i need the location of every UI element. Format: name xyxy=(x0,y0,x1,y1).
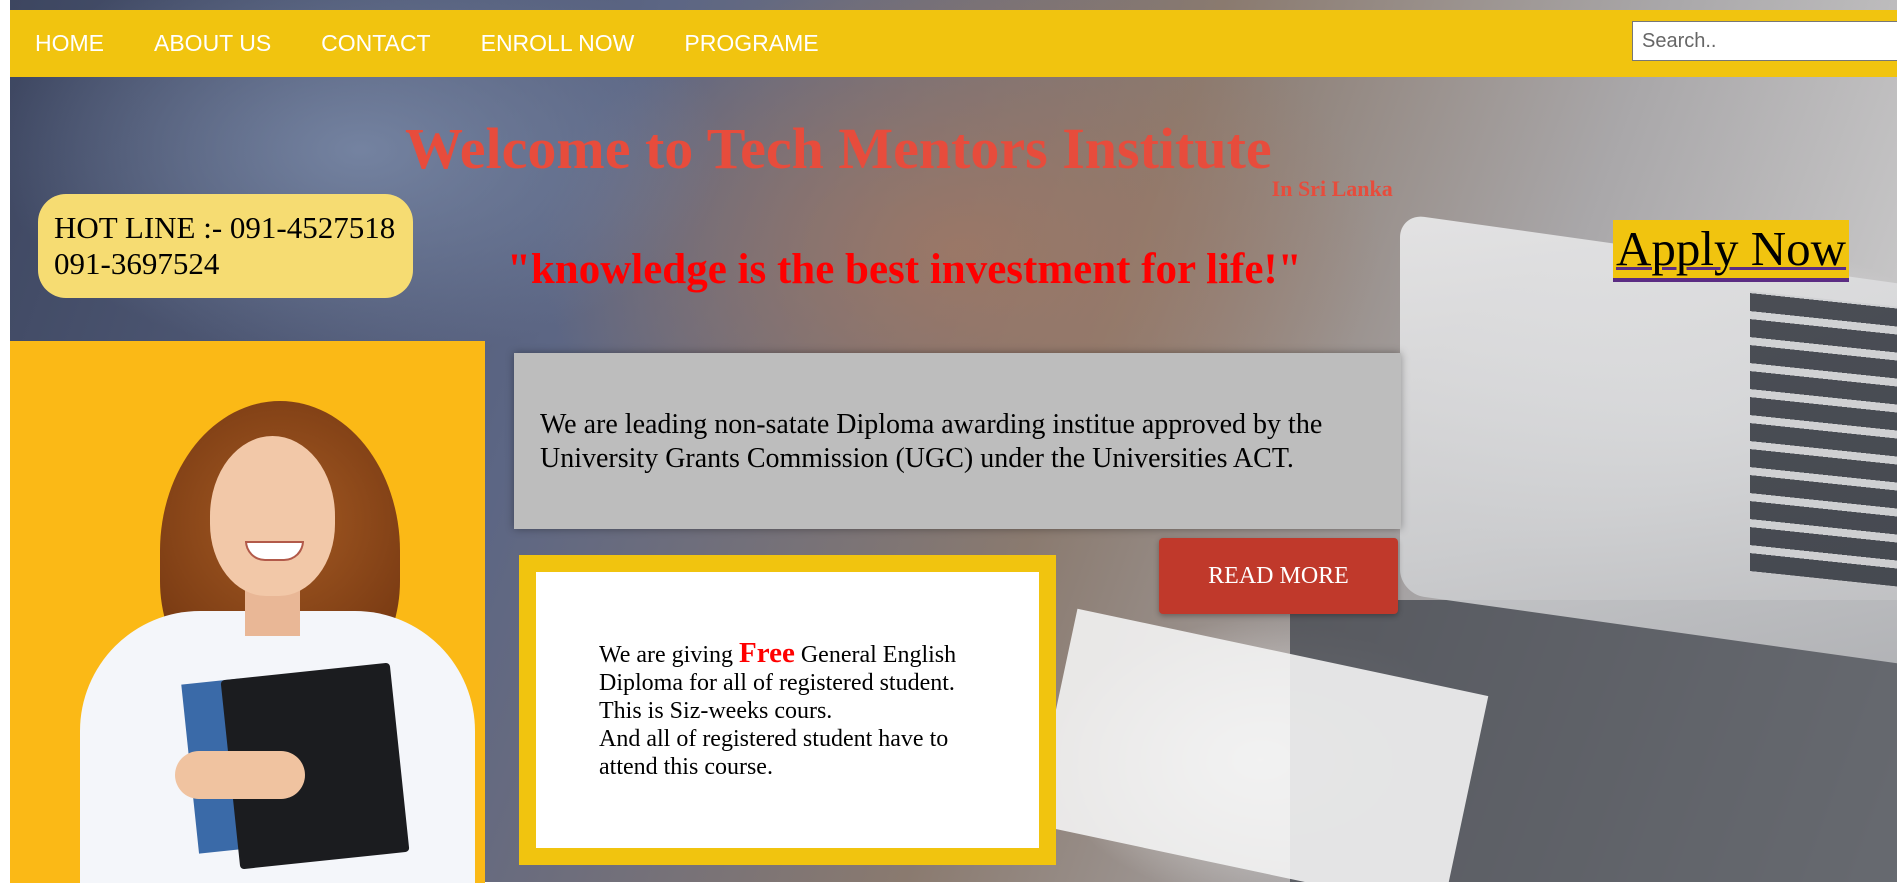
free-course-text: We are giving Free General English Diplo… xyxy=(599,639,989,781)
student-photo xyxy=(10,341,485,883)
free-highlight: Free xyxy=(739,637,795,669)
apply-now-link[interactable]: Apply Now xyxy=(1613,220,1850,278)
nav-contact-link[interactable]: CONTACT xyxy=(296,10,455,77)
search-input[interactable] xyxy=(1632,21,1897,61)
hero-keyboard-image xyxy=(1750,291,1897,589)
free-text-before: We are giving xyxy=(599,642,740,668)
nav-home-link[interactable]: HOME xyxy=(10,10,129,77)
about-info-box: We are leading non-satate Diploma awardi… xyxy=(514,353,1401,529)
about-info-text: We are leading non-satate Diploma awardi… xyxy=(540,409,1323,474)
free-course-inner: We are giving Free General English Diplo… xyxy=(536,572,1039,848)
tagline-quote: "knowledge is the best investment for li… xyxy=(507,246,1302,293)
nav-about-link[interactable]: ABOUT US xyxy=(129,10,296,77)
nav-enroll-link[interactable]: ENROLL NOW xyxy=(456,10,660,77)
read-more-button[interactable]: READ MORE xyxy=(1159,538,1398,614)
page-title: Welcome to Tech Mentors InstituteIn Sri … xyxy=(405,120,1393,200)
title-subtitle: In Sri Lanka xyxy=(1271,176,1393,201)
top-navbar: HOME ABOUT US CONTACT ENROLL NOW PROGRAM… xyxy=(10,10,1897,77)
hotline-box: HOT LINE :- 091-4527518 091-3697524 xyxy=(38,194,413,298)
photo-hand xyxy=(175,751,305,799)
free-course-box: We are giving Free General English Diplo… xyxy=(519,555,1056,865)
hotline-number-1: HOT LINE :- 091-4527518 xyxy=(54,210,396,245)
title-main: Welcome to Tech Mentors Institute xyxy=(405,116,1272,181)
nav-programe-link[interactable]: PROGRAME xyxy=(659,10,843,77)
free-text-line3: And all of registered student have to at… xyxy=(599,726,949,780)
free-text-line2: This is Siz-weeks cours. xyxy=(599,698,833,724)
photo-face xyxy=(210,436,335,596)
hotline-number-2: 091-3697524 xyxy=(54,246,220,281)
